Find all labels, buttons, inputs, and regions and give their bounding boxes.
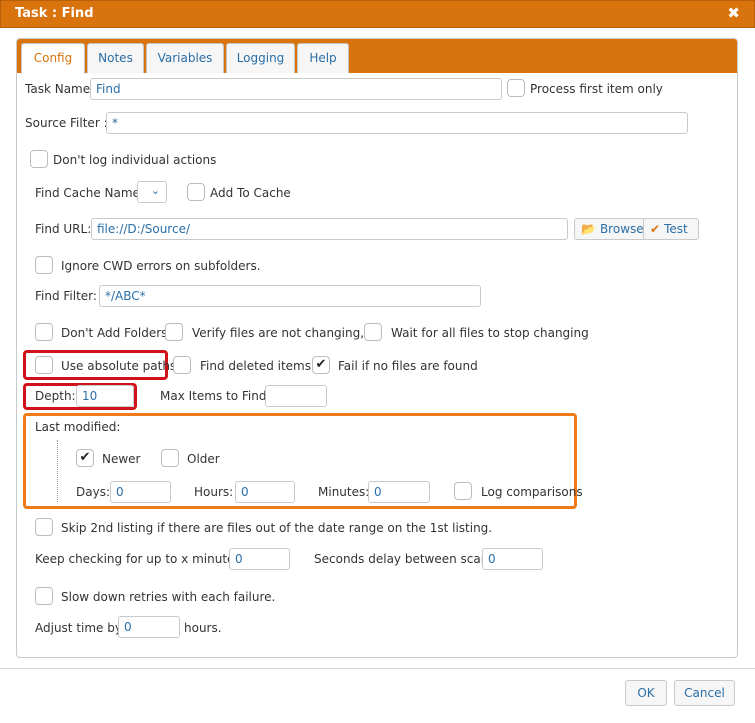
slow-down-label: Slow down retries with each failure. (61, 590, 276, 604)
tab-variables[interactable]: Variables (146, 43, 224, 73)
add-to-cache-label: Add To Cache (210, 186, 291, 200)
source-filter-input[interactable]: * (106, 112, 688, 134)
find-cache-name-select[interactable]: ⌄ (137, 181, 167, 203)
group-indent-line (57, 440, 58, 502)
use-absolute-label: Use absolute paths (61, 359, 177, 373)
log-comparisons-checkbox[interactable] (454, 482, 472, 500)
find-cache-name-label: Find Cache Name: (35, 186, 144, 200)
older-checkbox[interactable] (161, 449, 179, 467)
keep-checking-input[interactable]: 0 (229, 548, 290, 570)
minutes-label: Minutes: (318, 485, 370, 499)
tab-config[interactable]: Config (21, 43, 85, 74)
ok-button[interactable]: OK (625, 680, 667, 706)
verify-files-label: Verify files are not changing, (192, 326, 365, 340)
log-comparisons-label: Log comparisons (481, 485, 583, 499)
find-deleted-checkbox[interactable] (173, 356, 191, 374)
process-first-checkbox[interactable] (507, 79, 525, 97)
browse-button[interactable]: 📂 Browse (574, 218, 651, 240)
keep-checking-label: Keep checking for up to x minutes: (35, 552, 245, 566)
last-modified-label: Last modified: (35, 420, 121, 434)
footer-divider (0, 668, 755, 669)
newer-label: Newer (102, 452, 141, 466)
dont-log-label: Don't log individual actions (53, 153, 217, 167)
older-label: Older (187, 452, 220, 466)
tab-logging[interactable]: Logging (226, 43, 295, 73)
tab-bar: Config Notes Variables Logging Help (17, 39, 737, 74)
folder-open-icon: 📂 (581, 222, 596, 236)
dont-add-folders-checkbox[interactable] (35, 323, 53, 341)
check-circle-icon: ✔ (650, 222, 661, 236)
close-icon[interactable]: ✖ (727, 4, 740, 22)
source-filter-label: Source Filter : (25, 116, 108, 130)
wait-files-checkbox[interactable] (364, 323, 382, 341)
adjust-time-input[interactable]: 0 (118, 616, 180, 638)
fail-if-none-checkbox[interactable]: ✔ (312, 356, 330, 374)
skip-2nd-label: Skip 2nd listing if there are files out … (61, 521, 493, 535)
find-url-input[interactable]: file://D:/Source/ (91, 218, 568, 240)
task-name-input[interactable]: Find (90, 78, 502, 100)
browse-button-label: Browse (599, 222, 644, 236)
max-items-label: Max Items to Find: (160, 389, 271, 403)
test-button-label: Test (664, 222, 688, 236)
hours-input[interactable]: 0 (235, 481, 295, 503)
test-button[interactable]: ✔ Test (643, 218, 699, 240)
dont-log-checkbox[interactable] (30, 150, 48, 168)
seconds-delay-label: Seconds delay between scans: (314, 552, 499, 566)
max-items-input[interactable] (265, 385, 327, 407)
depth-label: Depth: (35, 389, 76, 403)
hours-label: Hours: (194, 485, 234, 499)
days-input[interactable]: 0 (110, 481, 171, 503)
tab-help[interactable]: Help (297, 43, 349, 73)
fail-if-none-label: Fail if no files are found (338, 359, 478, 373)
slow-down-checkbox[interactable] (35, 587, 53, 605)
find-deleted-label: Find deleted items (200, 359, 311, 373)
process-first-label: Process first item only (530, 82, 663, 96)
adjust-time-suffix: hours. (184, 621, 222, 635)
days-label: Days: (76, 485, 110, 499)
find-filter-label: Find Filter: (35, 289, 97, 303)
tab-notes[interactable]: Notes (87, 43, 144, 73)
cancel-button[interactable]: Cancel (674, 680, 735, 706)
ignore-cwd-label: Ignore CWD errors on subfolders. (61, 259, 261, 273)
adjust-time-label: Adjust time by (35, 621, 122, 635)
skip-2nd-checkbox[interactable] (35, 518, 53, 536)
find-url-label: Find URL: (35, 222, 92, 236)
verify-files-checkbox[interactable] (165, 323, 183, 341)
minutes-input[interactable]: 0 (368, 481, 430, 503)
add-to-cache-checkbox[interactable] (187, 183, 205, 201)
wait-files-label: Wait for all files to stop changing (391, 326, 589, 340)
newer-checkbox[interactable]: ✔ (76, 449, 94, 467)
use-absolute-checkbox[interactable] (35, 356, 53, 374)
chevron-down-icon: ⌄ (150, 184, 160, 197)
seconds-delay-input[interactable]: 0 (482, 548, 543, 570)
dialog-title: Task : Find (15, 6, 94, 21)
dialog-titlebar: Task : Find ✖ (0, 0, 755, 28)
task-name-label: Task Name: (25, 82, 95, 96)
find-filter-input[interactable]: */ABC* (99, 285, 481, 307)
ignore-cwd-checkbox[interactable] (35, 256, 53, 274)
depth-input[interactable]: 10 (76, 385, 134, 407)
dont-add-folders-label: Don't Add Folders (61, 326, 168, 340)
